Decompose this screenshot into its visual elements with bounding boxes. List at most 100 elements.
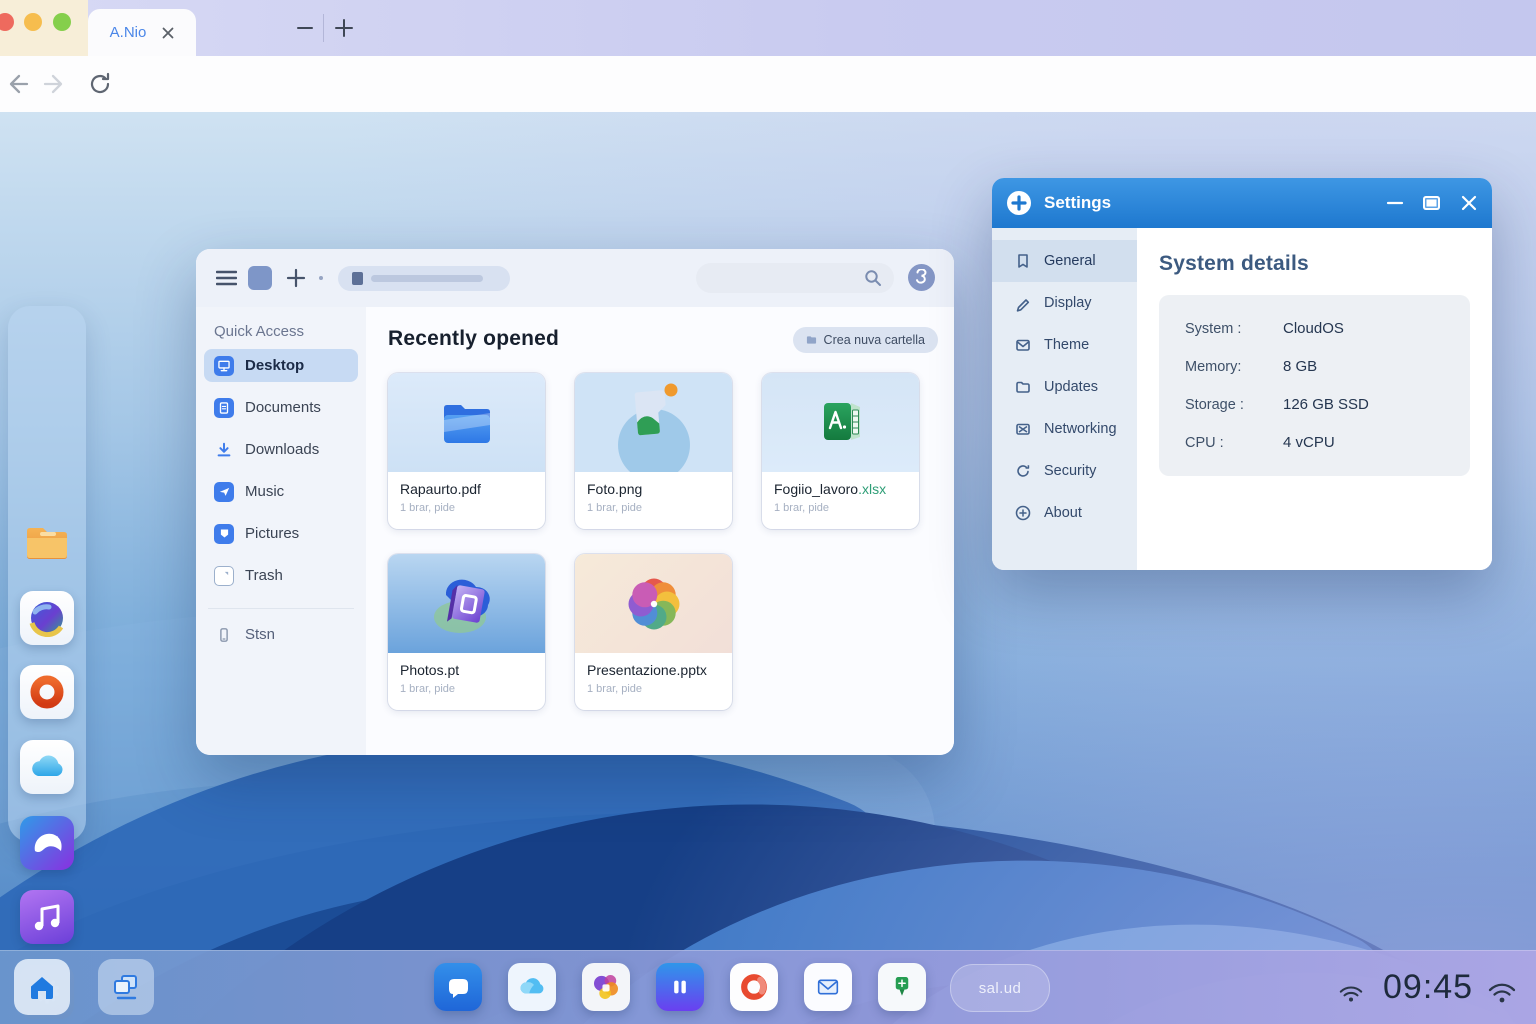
- settings-maximize-icon[interactable]: [1423, 196, 1440, 210]
- sidebar-item-music[interactable]: Music: [204, 475, 358, 508]
- settings-nav-label: Security: [1044, 463, 1096, 479]
- taskbar-photos-app[interactable]: [582, 963, 630, 1011]
- sidebar-item-label: Music: [245, 483, 284, 500]
- fm-search-input[interactable]: [708, 266, 862, 292]
- taskbar-maps-app[interactable]: [878, 963, 926, 1011]
- tab-close-icon[interactable]: [162, 27, 174, 39]
- settings-minimize-icon[interactable]: [1386, 198, 1404, 208]
- sidebar-item-desktop[interactable]: Desktop: [204, 349, 358, 382]
- file-card[interactable]: Photos.pt 1 brar, pide: [388, 554, 545, 710]
- folder-outline-icon: [1014, 378, 1032, 396]
- settings-nav-updates[interactable]: Updates: [992, 366, 1137, 408]
- screen: A.Nio desktoponline.it: [0, 0, 1536, 1024]
- taskbar-home-button[interactable]: [14, 959, 70, 1015]
- fm-account-button[interactable]: [908, 264, 935, 291]
- desktop: ⚙: [0, 112, 1536, 1024]
- file-grid: Rapaurto.pdf 1 brar, pide: [388, 373, 919, 710]
- fm-menu-icon[interactable]: [216, 270, 237, 286]
- new-tab-icon[interactable]: [334, 18, 354, 38]
- dock-music-app[interactable]: [20, 890, 74, 944]
- settings-nav-security[interactable]: Security: [992, 450, 1137, 492]
- file-meta: 1 brar, pide: [774, 502, 907, 514]
- dock-cloud-app[interactable]: [20, 740, 74, 794]
- fm-content: Recently opened Crea nuva cartella: [366, 307, 954, 755]
- reload-icon[interactable]: [87, 71, 113, 97]
- detail-label: System :: [1185, 321, 1283, 337]
- detail-value: 126 GB SSD: [1283, 396, 1444, 413]
- pen-icon: [1014, 294, 1032, 312]
- traffic-light-minimize[interactable]: [24, 13, 42, 31]
- traffic-light-maximize[interactable]: [53, 13, 71, 31]
- file-card[interactable]: Foto.png 1 brar, pide: [575, 373, 732, 529]
- window-controls-area: [0, 0, 88, 56]
- settings-close-icon[interactable]: [1460, 194, 1478, 212]
- settings-nav-theme[interactable]: Theme: [992, 324, 1137, 366]
- glyph-3-icon: [915, 269, 928, 286]
- browser-navbar: desktoponline.it ☆: [0, 56, 1536, 113]
- browser-tab[interactable]: A.Nio: [88, 9, 196, 56]
- taskbar-office-app[interactable]: [730, 963, 778, 1011]
- file-card[interactable]: Fogiio_lavoro.xlsx 1 brar, pide: [762, 373, 919, 529]
- settings-window: Settings General Display: [992, 178, 1492, 570]
- taskbar-clock: 09:45: [1383, 968, 1473, 1007]
- taskbar-chat-app[interactable]: [434, 963, 482, 1011]
- task-view-icon: [111, 973, 141, 1001]
- fm-path-text-blur: [371, 275, 483, 282]
- color-blob-icon: [590, 971, 622, 1003]
- fm-search-field[interactable]: [696, 263, 894, 293]
- sidebar-item-downloads[interactable]: Downloads: [204, 433, 358, 466]
- settings-title: Settings: [1044, 193, 1111, 213]
- sidebar-item-trash[interactable]: Trash: [204, 559, 358, 592]
- fm-new-icon[interactable]: [286, 268, 306, 288]
- trash-icon: [214, 566, 234, 586]
- back-icon[interactable]: [4, 71, 32, 97]
- settings-nav-networking[interactable]: Networking: [992, 408, 1137, 450]
- file-meta: 1 brar, pide: [400, 502, 533, 514]
- taskbar: sal.ud 09:45: [0, 950, 1536, 1024]
- new-folder-button[interactable]: Crea nuva cartella: [793, 327, 938, 353]
- dock-files-app[interactable]: [20, 517, 74, 571]
- dock-office-app[interactable]: [20, 665, 74, 719]
- settings-nav-general[interactable]: General: [992, 240, 1137, 282]
- file-card[interactable]: Rapaurto.pdf 1 brar, pide: [388, 373, 545, 529]
- file-name: Photos: [400, 662, 444, 678]
- dock-swift-app[interactable]: [20, 816, 74, 870]
- tabstrip-divider: [323, 14, 324, 42]
- file-card[interactable]: Presentazione.pptx 1 brar, pide: [575, 554, 732, 710]
- settings-nav-display[interactable]: Display: [992, 282, 1137, 324]
- settings-sidebar: General Display Theme Updates: [992, 228, 1137, 570]
- file-name: Fogiio_lavoro: [774, 481, 858, 497]
- settings-nav-label: Updates: [1044, 379, 1098, 395]
- wifi-icon[interactable]: [1487, 981, 1517, 1005]
- browser-globe-icon: [28, 599, 66, 637]
- music-folder-icon: [214, 482, 234, 502]
- office-o-icon: [28, 673, 66, 711]
- sidebar-item-pictures[interactable]: Pictures: [204, 517, 358, 550]
- recently-opened-title: Recently opened: [388, 327, 559, 351]
- settings-nav-label: General: [1044, 253, 1096, 269]
- forward-icon[interactable]: [40, 71, 68, 97]
- sidebar-item-label: Downloads: [245, 441, 319, 458]
- map-pin-icon: [887, 971, 917, 1003]
- settings-nav-about[interactable]: About: [992, 492, 1137, 534]
- detail-label: CPU :: [1185, 435, 1283, 451]
- home-icon: [28, 974, 56, 1000]
- tab-minimize-icon[interactable]: [296, 20, 314, 36]
- file-name: Rapaurto: [400, 481, 458, 497]
- chat-bubble-icon: [444, 973, 472, 1001]
- fm-view-button[interactable]: [248, 266, 272, 290]
- detail-label: Storage :: [1185, 397, 1283, 413]
- settings-main: System details System : CloudOS Memory: …: [1137, 228, 1492, 570]
- file-ext: .png: [615, 481, 642, 497]
- desktop-icon: [214, 356, 234, 376]
- sidebar-item-stsn[interactable]: Stsn: [204, 618, 358, 651]
- taskbar-taskview-button[interactable]: [98, 959, 154, 1015]
- taskbar-pill[interactable]: sal.ud: [950, 964, 1050, 1012]
- taskbar-mail-app[interactable]: [804, 963, 852, 1011]
- taskbar-media-app[interactable]: [656, 963, 704, 1011]
- taskbar-cloud-app[interactable]: [508, 963, 556, 1011]
- dock-browser-app[interactable]: [20, 591, 74, 645]
- fm-path-bar[interactable]: [338, 266, 510, 291]
- wifi-icon[interactable]: [1338, 983, 1364, 1004]
- sidebar-item-documents[interactable]: Documents: [204, 391, 358, 424]
